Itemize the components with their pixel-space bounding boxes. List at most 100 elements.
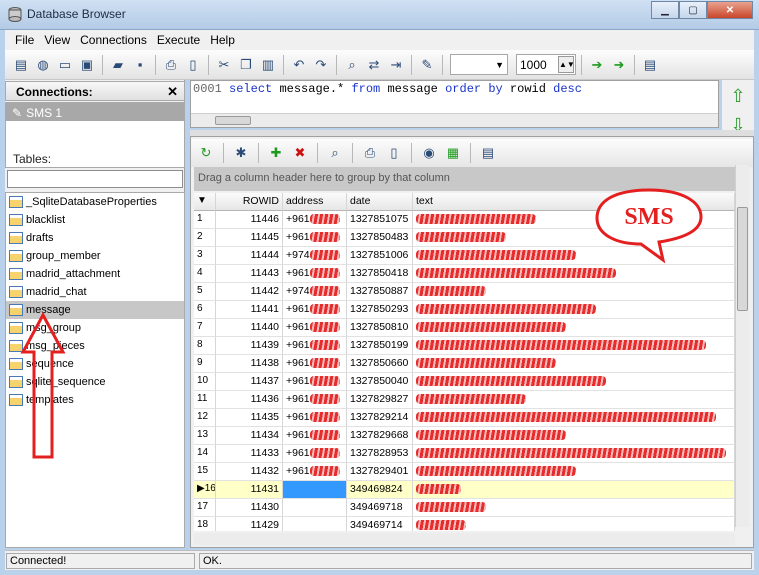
rowid-cell[interactable]: 11432 (216, 463, 283, 481)
date-cell[interactable]: 349469714 (347, 517, 413, 531)
scroll-thumb[interactable] (737, 207, 748, 311)
table-row[interactable]: 4 11443 +961 1327850418 (194, 265, 735, 283)
table-row[interactable]: 8 11439 +961 1327850199 (194, 337, 735, 355)
paste-button[interactable]: ▥ (258, 55, 278, 75)
date-cell[interactable]: 1327829401 (347, 463, 413, 481)
redo-button[interactable]: ↷ (311, 55, 331, 75)
table-item[interactable]: _SqliteDatabaseProperties (6, 193, 184, 211)
address-cell[interactable] (283, 517, 347, 531)
results-horizontal-scrollbar[interactable] (194, 533, 735, 545)
row-indicator-header[interactable]: ▼ (194, 193, 216, 211)
row-number[interactable]: 17 (194, 499, 216, 517)
rowid-cell[interactable]: 11433 (216, 445, 283, 463)
table-row[interactable]: 6 11441 +961 1327850293 (194, 301, 735, 319)
sql-format-button[interactable]: ▤ (640, 55, 660, 75)
row-number[interactable]: 2 (194, 229, 216, 247)
sql-editor-button[interactable]: ▤ (11, 55, 31, 75)
text-cell[interactable] (413, 265, 735, 283)
table-row[interactable]: ▶16 11431 349469824 (194, 481, 735, 499)
address-cell[interactable]: +961 (283, 463, 347, 481)
settings-button[interactable]: ✱ (231, 143, 251, 163)
column-header[interactable]: address (283, 193, 347, 211)
menu-connections[interactable]: Connections (75, 33, 152, 47)
address-cell[interactable]: +974 (283, 283, 347, 301)
address-cell[interactable]: +974 (283, 247, 347, 265)
row-number[interactable]: 14 (194, 445, 216, 463)
open-button[interactable]: ▰ (108, 55, 128, 75)
menu-execute[interactable]: Execute (152, 33, 205, 47)
row-number[interactable]: 12 (194, 409, 216, 427)
rowid-cell[interactable]: 11435 (216, 409, 283, 427)
address-cell[interactable]: +961 (283, 265, 347, 283)
date-cell[interactable]: 1327850887 (347, 283, 413, 301)
replace-button[interactable]: ⇄ (364, 55, 384, 75)
address-cell[interactable]: +961 (283, 337, 347, 355)
table-item[interactable]: drafts (6, 229, 184, 247)
row-number[interactable]: 5 (194, 283, 216, 301)
export-button[interactable]: ◉ (419, 143, 439, 163)
scroll-thumb[interactable] (215, 116, 251, 125)
refresh-button[interactable]: ↻ (196, 143, 216, 163)
table-row[interactable]: 12 11435 +961 1327829214 (194, 409, 735, 427)
column-header[interactable]: date (347, 193, 413, 211)
table-row[interactable]: 10 11437 +961 1327850040 (194, 373, 735, 391)
database-combo[interactable]: ▼ (450, 54, 508, 75)
text-cell[interactable] (413, 355, 735, 373)
row-number[interactable]: 3 (194, 247, 216, 265)
date-cell[interactable]: 1327829214 (347, 409, 413, 427)
spinner-arrows-icon[interactable]: ▲▼ (558, 56, 575, 73)
text-cell[interactable] (413, 373, 735, 391)
table-item[interactable]: madrid_chat (6, 283, 184, 301)
row-number[interactable]: 6 (194, 301, 216, 319)
menu-file[interactable]: File (10, 33, 39, 47)
close-button[interactable]: ✕ (707, 1, 753, 19)
windows-button[interactable]: ▣ (77, 55, 97, 75)
text-cell[interactable] (413, 319, 735, 337)
row-number[interactable]: 15 (194, 463, 216, 481)
column-header[interactable]: ROWID (216, 193, 283, 211)
address-cell[interactable] (283, 499, 347, 517)
address-cell[interactable]: +961 (283, 319, 347, 337)
date-cell[interactable]: 1327829827 (347, 391, 413, 409)
date-cell[interactable]: 1327828953 (347, 445, 413, 463)
row-number[interactable]: 9 (194, 355, 216, 373)
row-number[interactable]: 7 (194, 319, 216, 337)
preview-results-button[interactable]: ▯ (384, 143, 404, 163)
tables-filter-input[interactable] (7, 170, 183, 188)
rowid-cell[interactable]: 11443 (216, 265, 283, 283)
text-cell[interactable] (413, 391, 735, 409)
table-row[interactable]: 13 11434 +961 1327829668 (194, 427, 735, 445)
rowid-cell[interactable]: 11437 (216, 373, 283, 391)
table-row[interactable]: 9 11438 +961 1327850660 (194, 355, 735, 373)
preview-button[interactable]: ▯ (183, 55, 203, 75)
date-cell[interactable]: 1327850483 (347, 229, 413, 247)
table-row[interactable]: 7 11440 +961 1327850810 (194, 319, 735, 337)
add-row-button[interactable]: ✚ (266, 143, 286, 163)
connection-item[interactable]: ✎ SMS 1 (6, 103, 184, 121)
table-row[interactable]: 15 11432 +961 1327829401 (194, 463, 735, 481)
rows-limit-spinner[interactable]: 1000 ▲▼ (516, 54, 576, 75)
rowid-cell[interactable]: 11440 (216, 319, 283, 337)
address-cell[interactable]: +961 (283, 211, 347, 229)
export-excel-button[interactable]: ▦ (443, 143, 463, 163)
row-number[interactable]: 8 (194, 337, 216, 355)
table-row[interactable]: 5 11442 +974 1327850887 (194, 283, 735, 301)
table-item[interactable]: blacklist (6, 211, 184, 229)
row-number[interactable]: 13 (194, 427, 216, 445)
date-cell[interactable]: 1327851006 (347, 247, 413, 265)
address-cell[interactable]: +961 (283, 445, 347, 463)
date-cell[interactable]: 1327850040 (347, 373, 413, 391)
text-cell[interactable] (413, 409, 735, 427)
text-cell[interactable] (413, 427, 735, 445)
date-cell[interactable]: 1327829668 (347, 427, 413, 445)
address-cell[interactable]: +961 (283, 301, 347, 319)
address-cell[interactable]: +961 (283, 409, 347, 427)
undo-button[interactable]: ↶ (289, 55, 309, 75)
cut-button[interactable]: ✂ (214, 55, 234, 75)
maximize-button[interactable]: ▢ (679, 1, 707, 19)
table-row[interactable]: 18 11429 349469714 (194, 517, 735, 531)
copy-button[interactable]: ❐ (236, 55, 256, 75)
find-button[interactable]: ⌕ (342, 55, 362, 75)
row-number[interactable]: 10 (194, 373, 216, 391)
rowid-cell[interactable]: 11431 (216, 481, 283, 499)
